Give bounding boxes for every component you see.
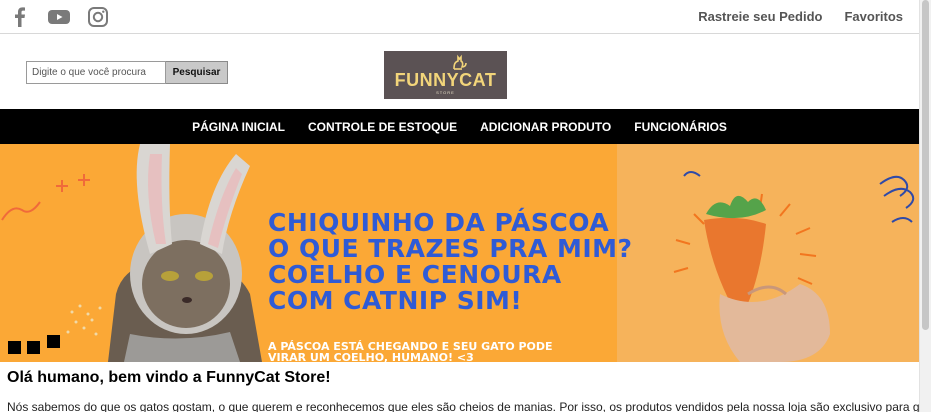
- logo-brand: FUNNYCAT: [394, 70, 497, 90]
- nav-item-employees[interactable]: FUNCIONÁRIOS: [634, 120, 727, 134]
- banner-headline-line: COELHO E CENOURA: [268, 260, 562, 289]
- logo-subtitle: STORE: [436, 90, 455, 95]
- top-links: Rastreie seu Pedido Favoritos: [698, 9, 903, 24]
- hero-banner[interactable]: CHIQUINHO DA PÁSCOA O QUE TRAZES PRA MIM…: [0, 144, 919, 362]
- banner-headline: CHIQUINHO DA PÁSCOA O QUE TRAZES PRA MIM…: [268, 210, 633, 314]
- facebook-icon[interactable]: [8, 5, 32, 29]
- youtube-icon[interactable]: [46, 5, 72, 29]
- welcome-title: Olá humano, bem vindo a FunnyCat Store!: [7, 369, 331, 386]
- page-scrollbar[interactable]: [919, 0, 931, 412]
- banner-subline-line: VIRAR UM COELHO, HUMANO! <3: [268, 351, 474, 362]
- banner-headline-line: COM CATNIP SIM!: [268, 286, 523, 315]
- favorites-link[interactable]: Favoritos: [844, 9, 903, 24]
- scrollbar-thumb[interactable]: [922, 0, 929, 330]
- track-order-link[interactable]: Rastreie seu Pedido: [698, 9, 822, 24]
- nav-item-add-product[interactable]: ADICIONAR PRODUTO: [480, 120, 611, 134]
- banner-headline-line: CHIQUINHO DA PÁSCOA: [268, 208, 610, 237]
- header: Pesquisar FUNNYCAT STORE: [0, 34, 919, 109]
- nav-item-home[interactable]: PÁGINA INICIAL: [192, 120, 285, 134]
- cat-logo-icon: [453, 54, 467, 70]
- logo[interactable]: FUNNYCAT STORE: [384, 51, 507, 99]
- top-bar: Rastreie seu Pedido Favoritos: [0, 0, 919, 34]
- instagram-icon[interactable]: [86, 5, 110, 29]
- banner-subline: A PÁSCOA ESTÁ CHEGANDO E SEU GATO PODE V…: [268, 341, 553, 362]
- page: Rastreie seu Pedido Favoritos Pesquisar …: [0, 0, 919, 412]
- social-links: [8, 5, 110, 29]
- main-nav: PÁGINA INICIAL CONTROLE DE ESTOQUE ADICI…: [0, 109, 919, 144]
- banner-headline-line: O QUE TRAZES PRA MIM?: [268, 234, 633, 263]
- nav-item-stock-control[interactable]: CONTROLE DE ESTOQUE: [308, 120, 457, 134]
- search-button[interactable]: Pesquisar: [166, 61, 228, 84]
- search-input[interactable]: [26, 61, 166, 84]
- intro-paragraph: Nós sabemos do que os gatos gostam, o qu…: [7, 400, 919, 412]
- search-form: Pesquisar: [26, 61, 228, 84]
